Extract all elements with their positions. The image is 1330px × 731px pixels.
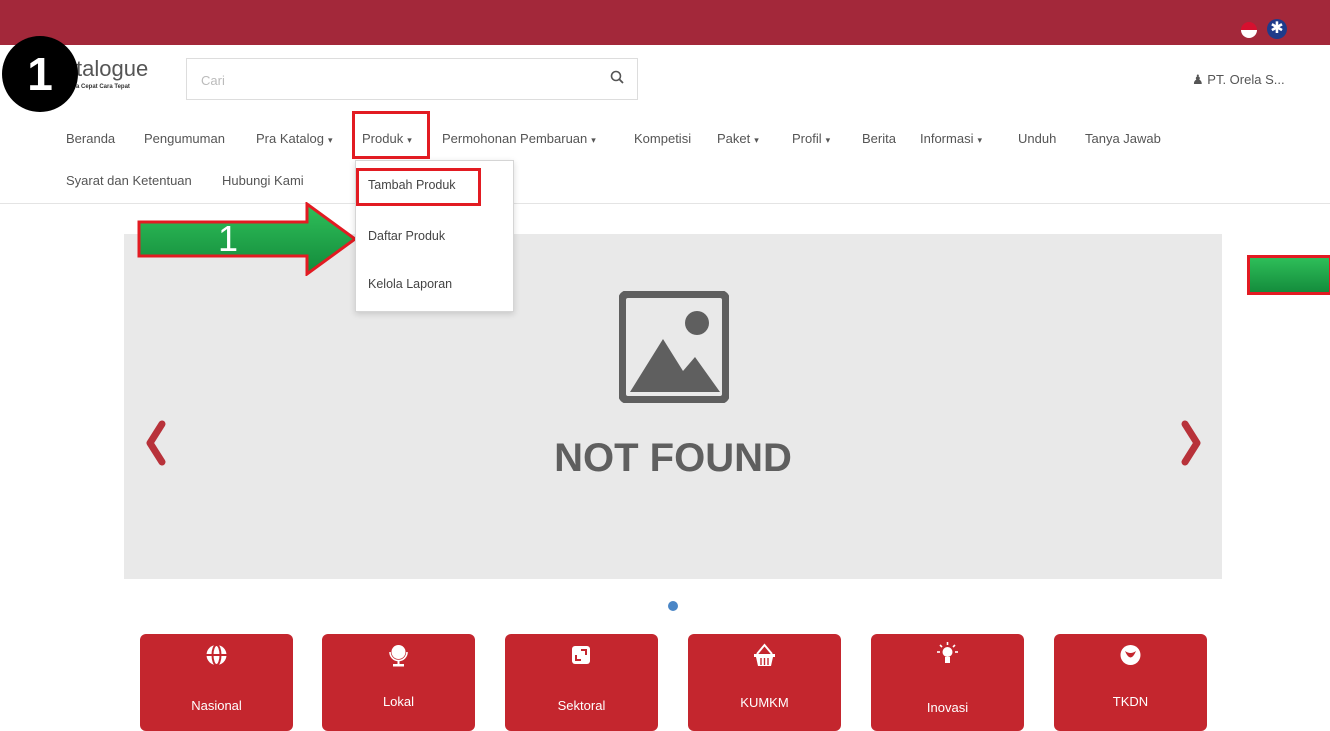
category-label: KUMKM: [740, 695, 789, 710]
category-label: Nasional: [191, 698, 242, 713]
step-badge: 1: [2, 36, 78, 112]
nav-hubungi-kami[interactable]: Hubungi Kami: [222, 173, 304, 188]
caret-down-icon: ▾: [591, 135, 596, 145]
lightbulb-icon: [937, 642, 958, 663]
image-placeholder-icon: [619, 291, 729, 403]
category-sektoral[interactable]: Sektoral: [505, 634, 658, 731]
search-box[interactable]: [186, 58, 638, 100]
category-label: Sektoral: [557, 698, 606, 713]
category-inovasi[interactable]: Inovasi: [871, 634, 1024, 731]
leaf-shield-icon: [1120, 645, 1141, 665]
category-kumkm[interactable]: KUMKM: [688, 634, 841, 731]
user-menu[interactable]: ♟ PT. Orela S...: [1192, 72, 1285, 88]
category-label: TKDN: [1112, 694, 1149, 709]
category-label: Lokal: [382, 694, 415, 709]
globe-icon: [206, 644, 227, 666]
nav-syarat-dan-ketentuan[interactable]: Syarat dan Ketentuan: [66, 173, 192, 188]
nav-pra-katalog[interactable]: Pra Katalog ▾: [256, 131, 332, 146]
arrow-step-label: 1: [218, 218, 239, 259]
caret-down-icon: ▾: [327, 135, 333, 145]
category-label: Inovasi: [926, 700, 969, 715]
menu-item-kelola-laporan[interactable]: Kelola Laporan: [356, 277, 513, 291]
carousel-next-icon[interactable]: [1179, 418, 1203, 468]
caret-down-icon: ▾: [754, 135, 759, 145]
annotation-arrow-partial-icon: [1247, 255, 1330, 295]
nav-beranda[interactable]: Beranda: [66, 131, 115, 146]
nav-informasi[interactable]: Informasi ▾: [920, 131, 982, 146]
banner-carousel: [124, 234, 1222, 579]
logo-tagline: a Cepat Cara Tepat: [76, 84, 130, 90]
nav-berita[interactable]: Berita: [862, 131, 896, 146]
nav-unduh[interactable]: Unduh: [1018, 131, 1056, 146]
search-icon[interactable]: [609, 69, 625, 85]
nav-permohonan-pembaruan[interactable]: Permohonan Pembaruan ▾: [442, 131, 596, 146]
caret-down-icon: ▾: [825, 135, 831, 145]
nav-tanya-jawab[interactable]: Tanya Jawab: [1085, 131, 1161, 146]
indonesia-flag-icon[interactable]: [1241, 22, 1257, 38]
carousel-indicator[interactable]: [668, 601, 678, 611]
logo[interactable]: talogue: [76, 57, 148, 81]
annotation-arrow-icon: [137, 202, 358, 276]
tambah-produk-highlight-box: [356, 168, 481, 206]
not-found-text: NOT FOUND: [554, 436, 792, 480]
caret-down-icon: ▾: [977, 135, 982, 145]
produk-highlight-box: [352, 111, 430, 159]
category-lokal[interactable]: Lokal: [322, 634, 475, 731]
user-name: PT. Orela S...: [1207, 72, 1285, 87]
menu-item-daftar-produk[interactable]: Daftar Produk: [356, 229, 513, 243]
nav-profil[interactable]: Profil ▾: [792, 131, 830, 146]
user-icon: ♟: [1192, 72, 1204, 87]
uk-flag-icon[interactable]: ✱: [1267, 19, 1287, 39]
category-tkdn[interactable]: TKDN: [1054, 634, 1207, 731]
top-bar: [0, 0, 1330, 45]
expand-square-icon: [572, 646, 590, 664]
carousel-prev-icon[interactable]: [144, 418, 168, 468]
nav-pengumuman[interactable]: Pengumuman: [144, 131, 225, 146]
desk-globe-icon: [389, 645, 408, 667]
nav-kompetisi[interactable]: Kompetisi: [634, 131, 691, 146]
category-nasional[interactable]: Nasional: [140, 634, 293, 731]
search-input[interactable]: [199, 69, 583, 91]
basket-icon: [754, 643, 775, 666]
nav-paket[interactable]: Paket ▾: [717, 131, 759, 146]
